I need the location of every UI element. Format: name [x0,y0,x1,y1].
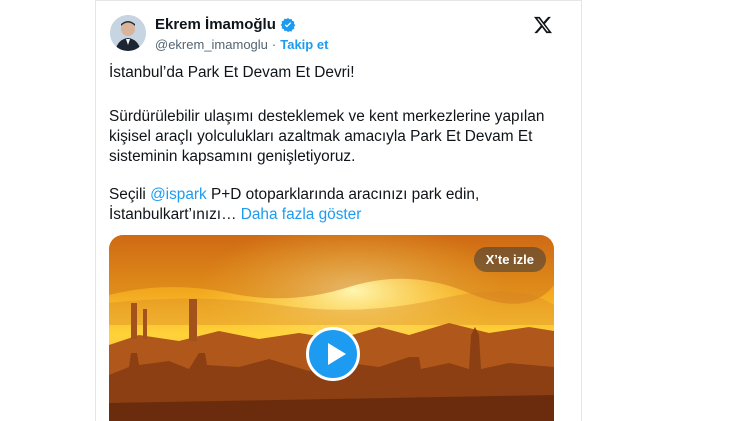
follow-button[interactable]: Takip et [280,37,328,52]
tweet-paragraph-3: Seçili @ispark P+D otoparklarında aracın… [109,185,564,225]
handle-row: @ekrem_imamoglu · Takip et [155,37,328,52]
separator-dot: · [271,37,277,52]
tweet-card: Ekrem İmamoğlu @ekrem_imamoglu · Takip e… [95,0,582,421]
x-logo-icon[interactable] [533,15,553,35]
author-handle[interactable]: @ekrem_imamoglu [155,37,268,52]
tweet-text-part: P+D otoparklarında aracınızı park edin, [206,186,480,203]
tweet-paragraph: Sürdürülebilir ulaşımı desteklemek ve ke… [109,108,545,165]
tweet-text-part: İstanbulkart’ınızı… [109,206,241,223]
show-more-link[interactable]: Daha fazla göster [241,206,362,223]
author-name[interactable]: Ekrem İmamoğlu [155,16,276,33]
watch-on-x-button[interactable]: X’te izle [473,247,546,272]
play-button-icon[interactable] [306,327,360,381]
author-row: Ekrem İmamoğlu [155,16,296,33]
verified-badge-icon [280,17,296,32]
video-media[interactable]: X’te izle [109,235,554,421]
tweet-text-part: Seçili [109,186,151,203]
mention-link[interactable]: @ispark [150,186,207,203]
avatar[interactable] [110,15,146,51]
tweet-headline: İstanbul’da Park Et Devam Et Devri! [109,64,355,81]
